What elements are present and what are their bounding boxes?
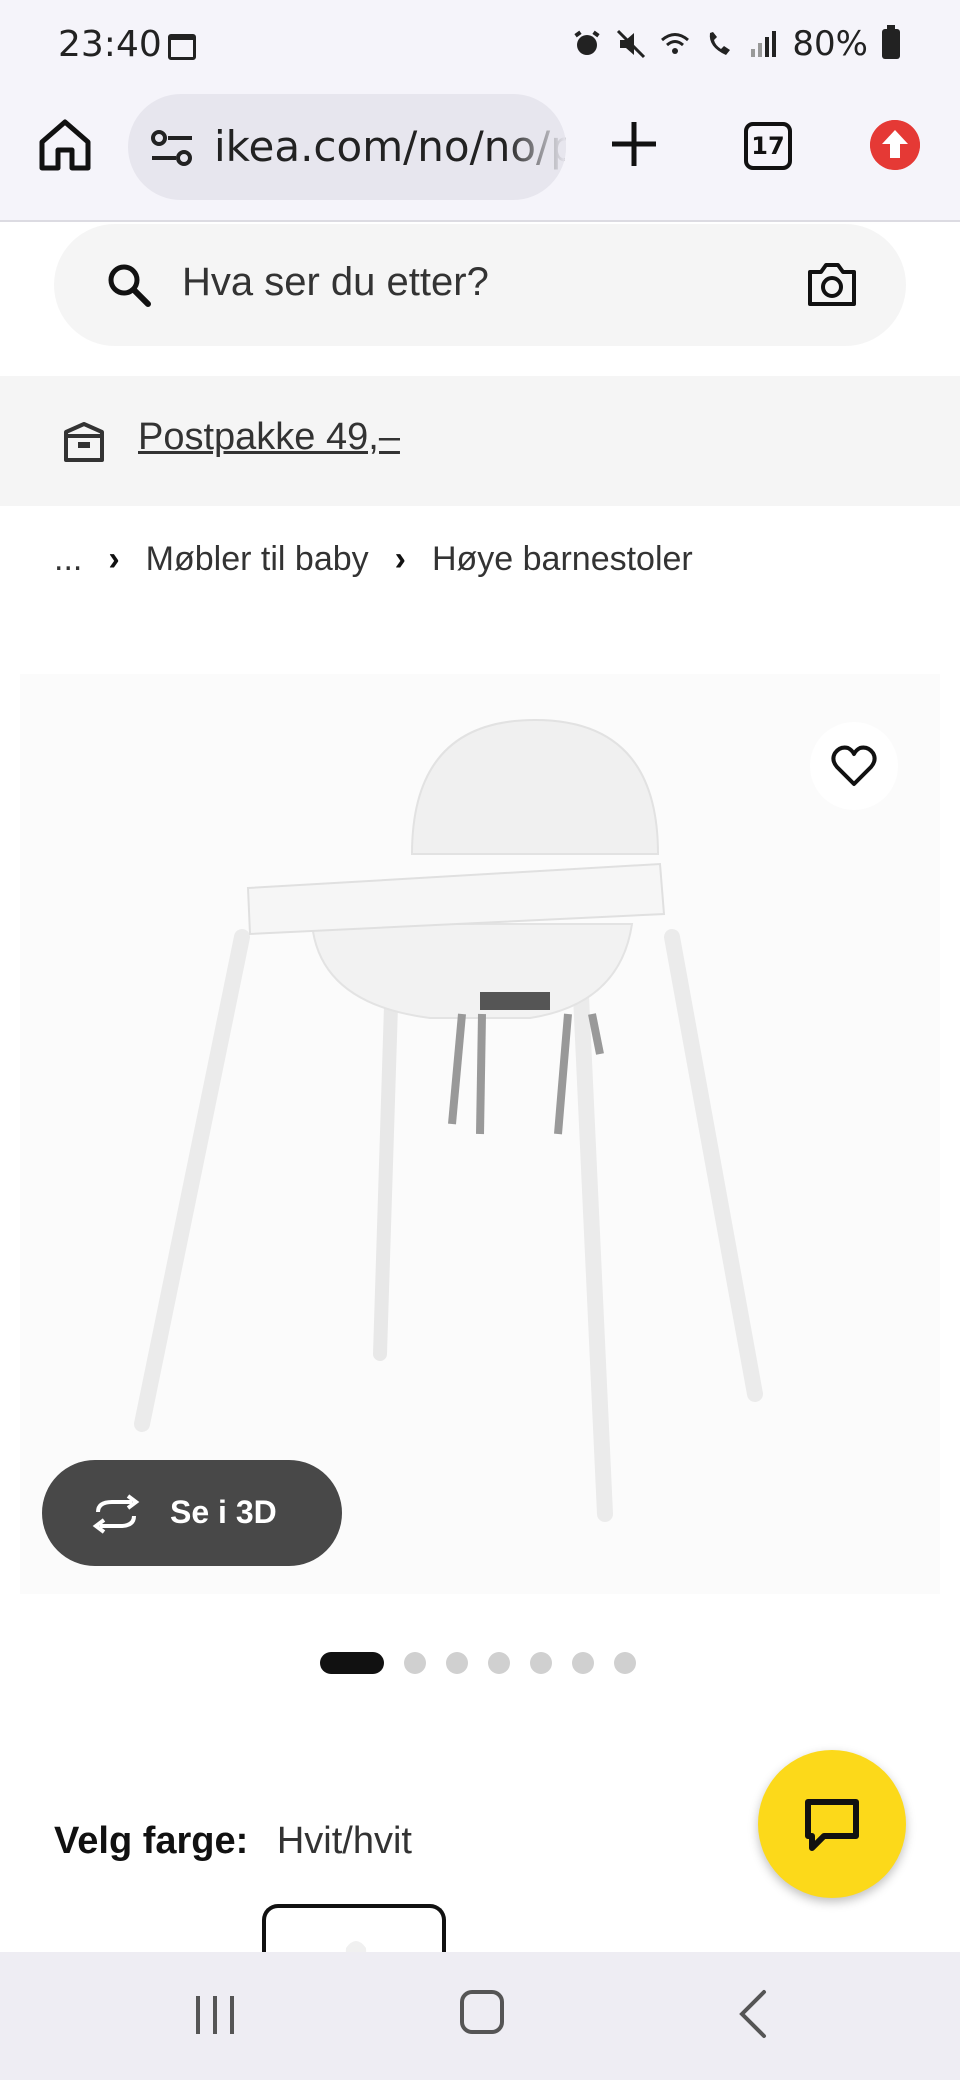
status-bar: 23:40 80%: [0, 0, 960, 90]
heart-icon: [831, 745, 877, 786]
image-carousel-indicator: [320, 1652, 636, 1674]
home-icon[interactable]: [36, 116, 94, 174]
carousel-dot-2[interactable]: [404, 1652, 426, 1674]
color-picker-label: Velg farge:: [54, 1820, 249, 1862]
battery-icon: [882, 25, 900, 59]
tab-switcher-button[interactable]: 17: [744, 122, 792, 170]
promo-banner: Postpakke 49,–: [0, 376, 960, 506]
carousel-dot-3[interactable]: [446, 1652, 468, 1674]
high-chair-illustration: [134, 718, 763, 1522]
calendar-icon: [168, 34, 196, 60]
chevron-right-icon: ›: [108, 540, 120, 578]
search-placeholder: Hva ser du etter?: [182, 260, 489, 304]
system-home-button[interactable]: [460, 1990, 504, 2034]
recent-apps-icon[interactable]: [190, 1992, 240, 2038]
site-settings-icon[interactable]: [150, 128, 194, 168]
product-image[interactable]: [20, 674, 940, 1594]
system-navigation-bar: [0, 1952, 960, 2080]
carousel-dot-4[interactable]: [488, 1652, 510, 1674]
color-picker-value: Hvit/hvit: [276, 1820, 412, 1862]
breadcrumb: ... › Møbler til baby › Høye barnestoler: [54, 540, 693, 579]
wifi-call-icon: [710, 32, 731, 55]
breadcrumb-ellipsis[interactable]: ...: [54, 540, 82, 579]
breadcrumb-item-high-chairs[interactable]: Høye barnestoler: [432, 540, 693, 579]
view-in-3d-label: Se i 3D: [170, 1494, 277, 1530]
alarm-icon: [574, 30, 601, 55]
favorite-button[interactable]: [810, 722, 898, 810]
carousel-dot-5[interactable]: [530, 1652, 552, 1674]
breadcrumb-item-baby-furniture[interactable]: Møbler til baby: [146, 540, 369, 579]
carousel-dot-7[interactable]: [614, 1652, 636, 1674]
mute-icon: [617, 29, 646, 59]
search-input[interactable]: Hva ser du etter?: [54, 224, 906, 346]
carousel-dot-1[interactable]: [320, 1652, 384, 1674]
address-bar[interactable]: ikea.com/no/no/p: [128, 94, 566, 200]
update-icon[interactable]: [870, 120, 920, 170]
chat-button[interactable]: [758, 1750, 906, 1898]
browser-toolbar: ikea.com/no/no/p 17: [0, 90, 960, 222]
chevron-right-icon: ›: [394, 540, 406, 578]
back-icon[interactable]: [734, 1988, 774, 2040]
wifi-icon: [661, 33, 690, 54]
status-time: 23:40: [58, 24, 162, 65]
parcel-icon: [64, 422, 104, 462]
camera-icon[interactable]: [806, 260, 858, 308]
new-tab-icon[interactable]: [606, 116, 662, 172]
color-picker-heading: Velg farge: Hvit/hvit: [54, 1820, 412, 1863]
search-icon: [108, 264, 151, 307]
view-in-3d-button[interactable]: Se i 3D: [42, 1460, 342, 1566]
shipping-promo-link[interactable]: Postpakke 49,–: [138, 416, 400, 459]
signal-icon: [751, 31, 777, 57]
chat-icon: [805, 1799, 859, 1851]
carousel-dot-6[interactable]: [572, 1652, 594, 1674]
rotate-3d-icon: [92, 1494, 140, 1534]
status-icons: 80%: [572, 24, 900, 64]
battery-percent: 80%: [792, 24, 868, 64]
